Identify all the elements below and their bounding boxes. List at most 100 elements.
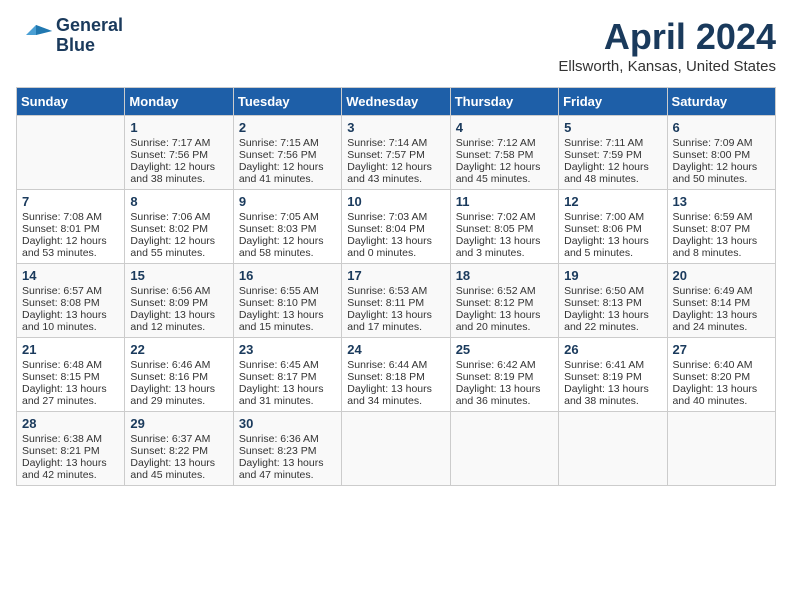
weekday-header-saturday: Saturday [667, 88, 775, 116]
sunrise: Sunrise: 7:05 AM [239, 211, 319, 223]
daylight: Daylight: 13 hours and 27 minutes. [22, 383, 107, 407]
calendar-cell: 4Sunrise: 7:12 AMSunset: 7:58 PMDaylight… [450, 116, 558, 190]
daylight: Daylight: 13 hours and 31 minutes. [239, 383, 324, 407]
page-header: General Blue April 2024 Ellsworth, Kansa… [16, 16, 776, 75]
daylight: Daylight: 13 hours and 20 minutes. [456, 309, 541, 333]
month-title: April 2024 [558, 16, 776, 58]
sunset: Sunset: 8:03 PM [239, 223, 317, 235]
daylight: Daylight: 12 hours and 48 minutes. [564, 161, 649, 185]
calendar-cell: 29Sunrise: 6:37 AMSunset: 8:22 PMDayligh… [125, 412, 233, 486]
sunrise: Sunrise: 6:49 AM [673, 285, 753, 297]
daylight: Daylight: 13 hours and 34 minutes. [347, 383, 432, 407]
sunset: Sunset: 8:12 PM [456, 297, 534, 309]
calendar-cell: 18Sunrise: 6:52 AMSunset: 8:12 PMDayligh… [450, 264, 558, 338]
day-number: 15 [130, 268, 227, 283]
daylight: Daylight: 13 hours and 29 minutes. [130, 383, 215, 407]
calendar-cell: 11Sunrise: 7:02 AMSunset: 8:05 PMDayligh… [450, 190, 558, 264]
sunset: Sunset: 8:22 PM [130, 445, 208, 457]
day-number: 20 [673, 268, 770, 283]
sunrise: Sunrise: 6:40 AM [673, 359, 753, 371]
sunset: Sunset: 8:23 PM [239, 445, 317, 457]
sunset: Sunset: 8:16 PM [130, 371, 208, 383]
location: Ellsworth, Kansas, United States [558, 58, 776, 75]
day-number: 3 [347, 120, 444, 135]
day-number: 16 [239, 268, 336, 283]
sunset: Sunset: 8:19 PM [456, 371, 534, 383]
sunset: Sunset: 8:01 PM [22, 223, 100, 235]
calendar-cell [17, 116, 125, 190]
calendar-cell: 22Sunrise: 6:46 AMSunset: 8:16 PMDayligh… [125, 338, 233, 412]
day-number: 6 [673, 120, 770, 135]
day-number: 18 [456, 268, 553, 283]
calendar-week-1: 1Sunrise: 7:17 AMSunset: 7:56 PMDaylight… [17, 116, 776, 190]
sunset: Sunset: 8:10 PM [239, 297, 317, 309]
sunset: Sunset: 8:15 PM [22, 371, 100, 383]
day-number: 9 [239, 194, 336, 209]
weekday-header-wednesday: Wednesday [342, 88, 450, 116]
calendar-cell: 5Sunrise: 7:11 AMSunset: 7:59 PMDaylight… [559, 116, 667, 190]
sunrise: Sunrise: 7:09 AM [673, 137, 753, 149]
daylight: Daylight: 12 hours and 45 minutes. [456, 161, 541, 185]
day-number: 26 [564, 342, 661, 357]
calendar-cell: 28Sunrise: 6:38 AMSunset: 8:21 PMDayligh… [17, 412, 125, 486]
day-number: 2 [239, 120, 336, 135]
sunrise: Sunrise: 7:08 AM [22, 211, 102, 223]
day-number: 7 [22, 194, 119, 209]
calendar-cell [667, 412, 775, 486]
weekday-header-friday: Friday [559, 88, 667, 116]
sunset: Sunset: 7:57 PM [347, 149, 425, 161]
daylight: Daylight: 12 hours and 55 minutes. [130, 235, 215, 259]
calendar-cell: 15Sunrise: 6:56 AMSunset: 8:09 PMDayligh… [125, 264, 233, 338]
sunrise: Sunrise: 6:53 AM [347, 285, 427, 297]
calendar-cell: 24Sunrise: 6:44 AMSunset: 8:18 PMDayligh… [342, 338, 450, 412]
daylight: Daylight: 13 hours and 15 minutes. [239, 309, 324, 333]
sunrise: Sunrise: 6:42 AM [456, 359, 536, 371]
daylight: Daylight: 12 hours and 38 minutes. [130, 161, 215, 185]
sunrise: Sunrise: 7:11 AM [564, 137, 643, 149]
calendar-cell: 14Sunrise: 6:57 AMSunset: 8:08 PMDayligh… [17, 264, 125, 338]
sunrise: Sunrise: 6:38 AM [22, 433, 102, 445]
sunset: Sunset: 8:21 PM [22, 445, 100, 457]
sunrise: Sunrise: 6:36 AM [239, 433, 319, 445]
sunset: Sunset: 7:56 PM [130, 149, 208, 161]
sunrise: Sunrise: 6:48 AM [22, 359, 102, 371]
sunset: Sunset: 8:11 PM [347, 297, 424, 309]
calendar-week-3: 14Sunrise: 6:57 AMSunset: 8:08 PMDayligh… [17, 264, 776, 338]
sunrise: Sunrise: 7:00 AM [564, 211, 644, 223]
day-number: 27 [673, 342, 770, 357]
daylight: Daylight: 13 hours and 22 minutes. [564, 309, 649, 333]
day-number: 13 [673, 194, 770, 209]
daylight: Daylight: 13 hours and 36 minutes. [456, 383, 541, 407]
daylight: Daylight: 12 hours and 58 minutes. [239, 235, 324, 259]
calendar-cell: 23Sunrise: 6:45 AMSunset: 8:17 PMDayligh… [233, 338, 341, 412]
calendar-cell [559, 412, 667, 486]
day-number: 23 [239, 342, 336, 357]
calendar-cell: 8Sunrise: 7:06 AMSunset: 8:02 PMDaylight… [125, 190, 233, 264]
sunrise: Sunrise: 7:02 AM [456, 211, 536, 223]
weekday-header-row: SundayMondayTuesdayWednesdayThursdayFrid… [17, 88, 776, 116]
sunrise: Sunrise: 6:45 AM [239, 359, 319, 371]
daylight: Daylight: 13 hours and 45 minutes. [130, 457, 215, 481]
sunset: Sunset: 8:20 PM [673, 371, 751, 383]
sunrise: Sunrise: 7:15 AM [239, 137, 319, 149]
daylight: Daylight: 13 hours and 40 minutes. [673, 383, 758, 407]
logo-text: General Blue [56, 16, 123, 56]
day-number: 8 [130, 194, 227, 209]
weekday-header-sunday: Sunday [17, 88, 125, 116]
daylight: Daylight: 13 hours and 12 minutes. [130, 309, 215, 333]
calendar-cell: 13Sunrise: 6:59 AMSunset: 8:07 PMDayligh… [667, 190, 775, 264]
sunset: Sunset: 8:05 PM [456, 223, 534, 235]
daylight: Daylight: 13 hours and 24 minutes. [673, 309, 758, 333]
calendar-cell: 21Sunrise: 6:48 AMSunset: 8:15 PMDayligh… [17, 338, 125, 412]
daylight: Daylight: 12 hours and 53 minutes. [22, 235, 107, 259]
sunrise: Sunrise: 7:03 AM [347, 211, 427, 223]
daylight: Daylight: 13 hours and 3 minutes. [456, 235, 541, 259]
sunset: Sunset: 8:09 PM [130, 297, 208, 309]
calendar-cell: 30Sunrise: 6:36 AMSunset: 8:23 PMDayligh… [233, 412, 341, 486]
day-number: 14 [22, 268, 119, 283]
sunset: Sunset: 7:56 PM [239, 149, 317, 161]
sunrise: Sunrise: 6:50 AM [564, 285, 644, 297]
sunrise: Sunrise: 6:41 AM [564, 359, 644, 371]
calendar-cell: 12Sunrise: 7:00 AMSunset: 8:06 PMDayligh… [559, 190, 667, 264]
day-number: 10 [347, 194, 444, 209]
